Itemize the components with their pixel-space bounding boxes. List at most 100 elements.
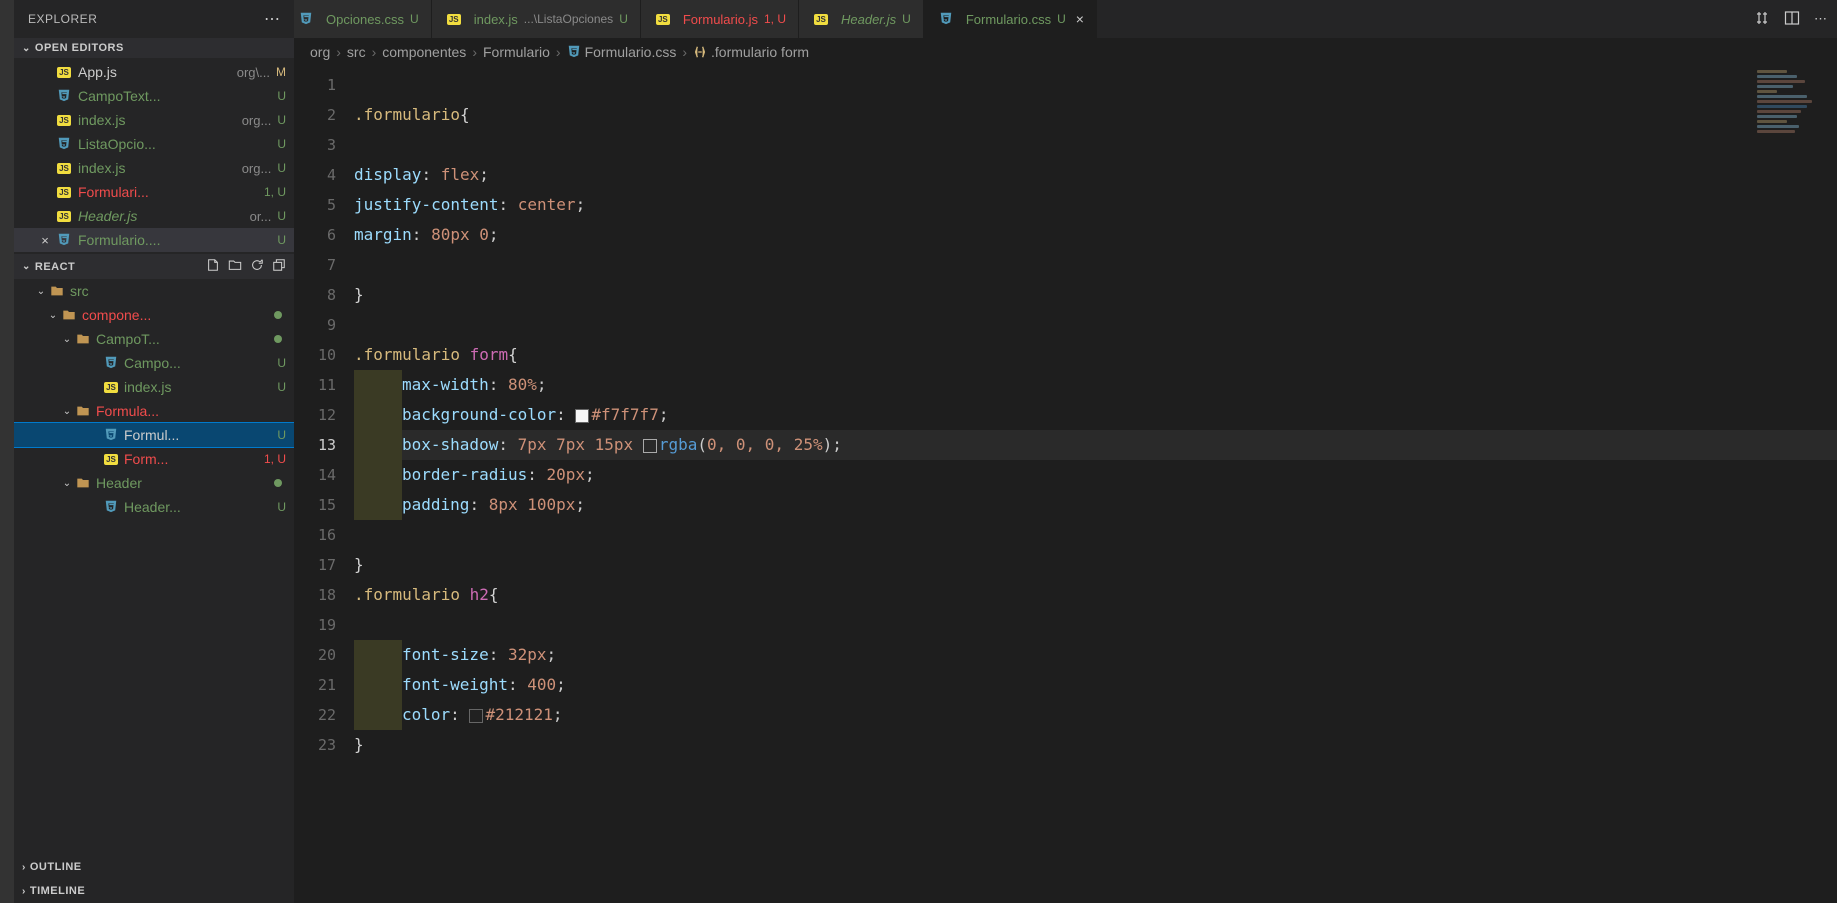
open-editor-item[interactable]: ×JSFormulari...1, U [14, 180, 294, 204]
code-line[interactable]: .formulario h2{ [354, 580, 1837, 610]
code-line[interactable]: margin: 80px 0; [354, 220, 1837, 250]
code-area[interactable]: .formulario{ display: flex;justify-conten… [354, 66, 1837, 903]
tab-status: U [902, 12, 911, 26]
open-editor-item[interactable]: ×JSApp.jsorg\...M [14, 60, 294, 84]
editor-tab[interactable]: Opciones.cssU [294, 0, 432, 38]
tree-item-name: Header... [124, 499, 271, 515]
code-line[interactable] [354, 520, 1837, 550]
compare-icon[interactable] [1754, 10, 1770, 29]
chevron-icon: ⌄ [46, 310, 60, 321]
react-folder-header[interactable]: ⌄ REACT [14, 254, 294, 279]
js-icon: JS [447, 14, 461, 25]
tree-file[interactable]: Campo...U [14, 351, 294, 375]
code-line[interactable]: } [354, 280, 1837, 310]
open-editor-item[interactable]: ×Formulario....U [14, 228, 294, 252]
code-line[interactable]: box-shadow: 7px 7px 15px rgba(0, 0, 0, 2… [354, 430, 1837, 460]
code-line[interactable] [354, 310, 1837, 340]
tab-label: Formulario.css [966, 12, 1051, 27]
css-rule-icon [693, 45, 707, 59]
code-line[interactable]: background-color: #f7f7f7; [354, 400, 1837, 430]
code-line[interactable] [354, 130, 1837, 160]
breadcrumb-item[interactable]: Formulario [483, 44, 550, 60]
open-editor-item[interactable]: ×CampoText...U [14, 84, 294, 108]
timeline-section[interactable]: › TIMELINE [14, 879, 294, 903]
editor-tab[interactable]: JSindex.js...\ListaOpcionesU [432, 0, 641, 38]
minimap[interactable] [1757, 70, 1827, 170]
file-path: org... [242, 113, 272, 128]
collapse-all-icon[interactable] [272, 258, 286, 275]
outline-section[interactable]: › OUTLINE [14, 855, 294, 879]
tree-folder[interactable]: ⌄Formula... [14, 399, 294, 423]
open-editor-item[interactable]: ×JSindex.jsorg...U [14, 156, 294, 180]
editor-tab[interactable]: Formulario.cssU× [924, 0, 1097, 38]
breadcrumb-item[interactable]: Formulario.css [567, 44, 677, 61]
close-icon[interactable]: × [36, 233, 54, 248]
tree-status: U [271, 380, 286, 394]
file-status: 1, U [258, 185, 286, 199]
breadcrumb-item[interactable]: org [310, 44, 330, 60]
refresh-icon[interactable] [250, 258, 264, 275]
code-line[interactable]: justify-content: center; [354, 190, 1837, 220]
line-number: 22 [294, 700, 336, 730]
code-line[interactable] [354, 610, 1837, 640]
open-editor-item[interactable]: ×JSHeader.jsor...U [14, 204, 294, 228]
code-line[interactable]: border-radius: 20px; [354, 460, 1837, 490]
more-actions-icon[interactable]: ⋯ [1814, 11, 1827, 27]
tree-file[interactable]: JSForm...1, U [14, 447, 294, 471]
close-icon[interactable]: × [1076, 11, 1084, 27]
code-line[interactable]: font-size: 32px; [354, 640, 1837, 670]
breadcrumb-item[interactable]: .formulario form [693, 44, 809, 60]
tree-status: 1, U [258, 452, 286, 466]
tab-label: Header.js [841, 12, 896, 27]
code-line[interactable] [354, 250, 1837, 280]
open-editor-item[interactable]: ×ListaOpcio...U [14, 132, 294, 156]
tree-folder[interactable]: ⌄Header [14, 471, 294, 495]
chevron-icon: ⌄ [60, 478, 74, 489]
line-number: 4 [294, 160, 336, 190]
tree-file[interactable]: Formul...U [14, 423, 294, 447]
breadcrumb-item[interactable]: componentes [382, 44, 466, 60]
line-number: 12 [294, 400, 336, 430]
css-icon [567, 44, 581, 61]
sidebar-more-icon[interactable]: ⋯ [264, 9, 280, 29]
tree-file[interactable]: Header...U [14, 495, 294, 519]
file-tree: ⌄src⌄compone...⌄CampoT...Campo...UJSinde… [14, 279, 294, 855]
editor-tab[interactable]: JSFormulario.js1, U [641, 0, 799, 38]
code-line[interactable]: .formulario{ [354, 100, 1837, 130]
css-icon [939, 11, 953, 28]
chevron-down-icon: ⌄ [22, 43, 31, 54]
tree-folder[interactable]: ⌄src [14, 279, 294, 303]
open-editor-item[interactable]: ×JSindex.jsorg...U [14, 108, 294, 132]
tree-folder[interactable]: ⌄CampoT... [14, 327, 294, 351]
react-label: REACT [35, 261, 75, 273]
tree-folder[interactable]: ⌄compone... [14, 303, 294, 327]
tree-status: U [271, 500, 286, 514]
code-line[interactable] [354, 70, 1837, 100]
code-line[interactable]: padding: 8px 100px; [354, 490, 1837, 520]
code-line[interactable]: max-width: 80%; [354, 370, 1837, 400]
js-icon: JS [57, 163, 71, 174]
editor-tab[interactable]: JSHeader.jsU [799, 0, 924, 38]
breadcrumbs[interactable]: org›src›componentes›Formulario› Formular… [294, 38, 1837, 66]
css-icon [57, 88, 71, 105]
explorer-sidebar: EXPLORER ⋯ ⌄ OPEN EDITORS ×JSApp.jsorg\.… [14, 0, 294, 903]
code-line[interactable]: color: #212121; [354, 700, 1837, 730]
new-file-icon[interactable] [206, 258, 220, 275]
code-line[interactable]: } [354, 550, 1837, 580]
line-number: 15 [294, 490, 336, 520]
chevron-icon: ⌄ [60, 406, 74, 417]
editor-content[interactable]: 1234567891011121314151617181920212223 .f… [294, 66, 1837, 903]
code-line[interactable]: display: flex; [354, 160, 1837, 190]
code-line[interactable]: font-weight: 400; [354, 670, 1837, 700]
line-number-gutter: 1234567891011121314151617181920212223 [294, 66, 354, 903]
tree-file[interactable]: JSindex.jsU [14, 375, 294, 399]
new-folder-icon[interactable] [228, 258, 242, 275]
line-number: 2 [294, 100, 336, 130]
code-line[interactable]: } [354, 730, 1837, 760]
code-line[interactable]: .formulario form{ [354, 340, 1837, 370]
split-editor-icon[interactable] [1784, 10, 1800, 29]
tab-label: Opciones.css [326, 12, 404, 27]
breadcrumb-item[interactable]: src [347, 44, 366, 60]
open-editors-header[interactable]: ⌄ OPEN EDITORS [14, 38, 294, 58]
line-number: 6 [294, 220, 336, 250]
